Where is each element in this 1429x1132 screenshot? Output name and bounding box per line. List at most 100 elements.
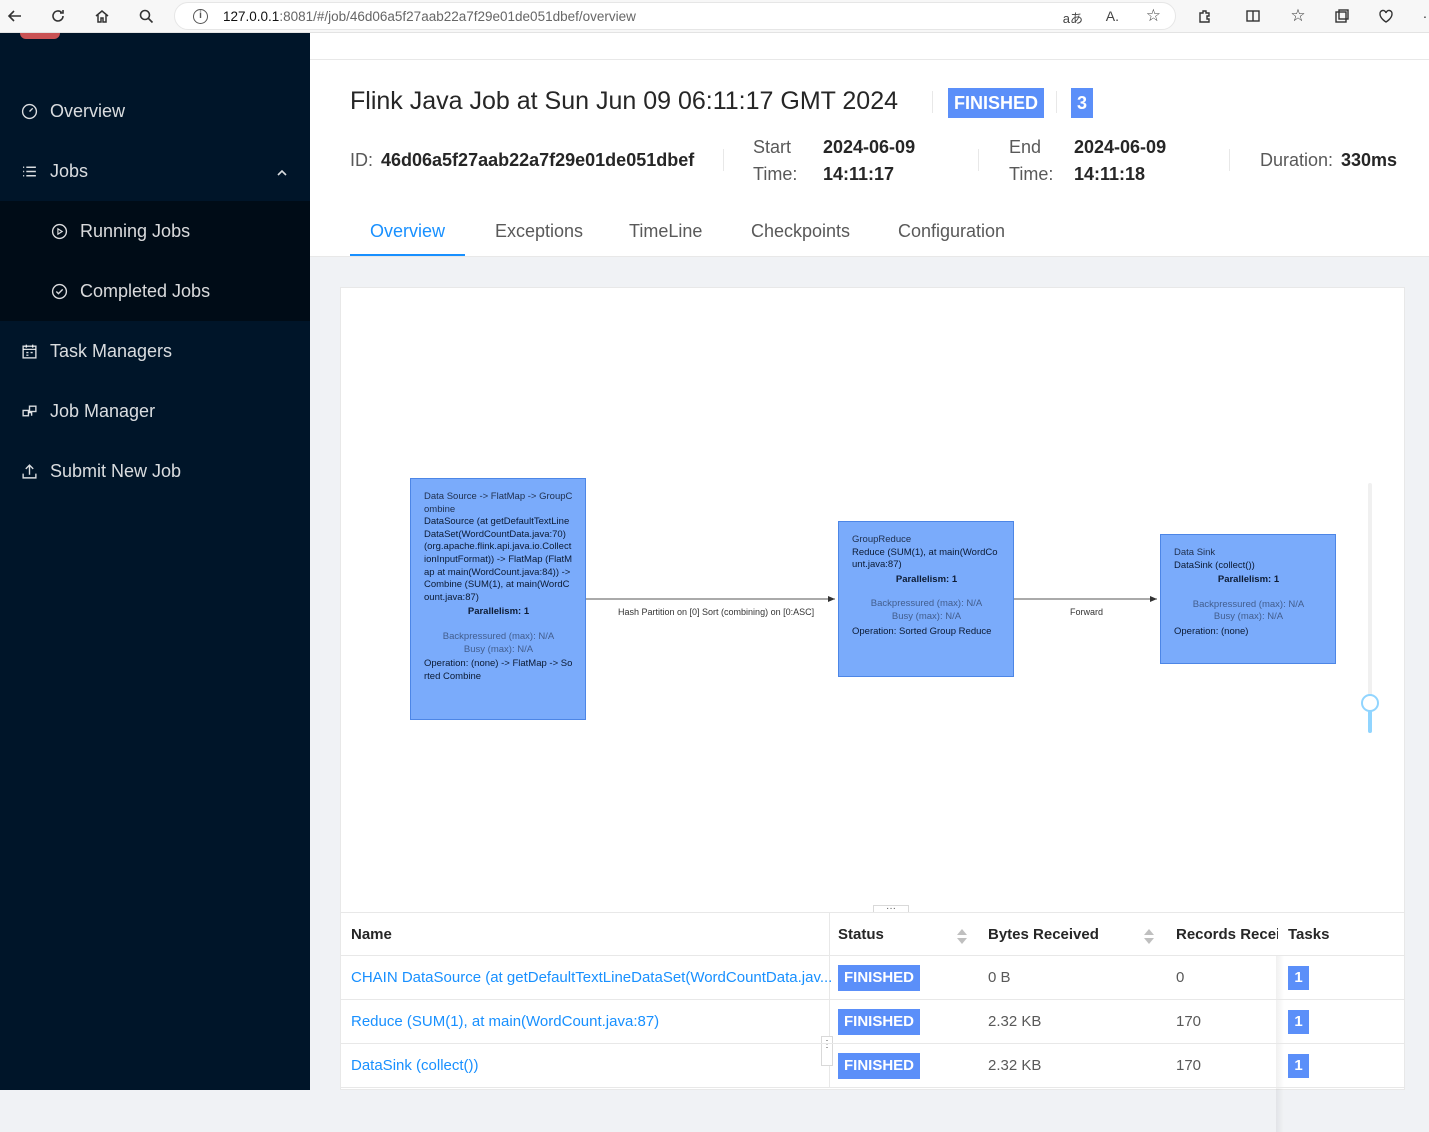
favorites-icon[interactable]: ☆ bbox=[1285, 4, 1311, 28]
read-aloud-icon[interactable]: A. bbox=[1106, 8, 1119, 24]
edge-label: Hash Partition on [0] Sort (combining) o… bbox=[618, 607, 815, 617]
sidebar-item-label: Submit New Job bbox=[50, 460, 182, 481]
list-icon bbox=[20, 162, 38, 180]
tab-checkpoints[interactable]: Checkpoints bbox=[751, 221, 850, 242]
tab-configuration[interactable]: Configuration bbox=[898, 221, 1005, 242]
upload-icon bbox=[20, 462, 38, 480]
node-description: DataSource (at getDefaultTextLineDataSet… bbox=[424, 516, 573, 603]
back-icon[interactable] bbox=[2, 4, 28, 28]
divider bbox=[932, 91, 933, 113]
logo bbox=[20, 33, 60, 39]
sidebar-item-submit-new-job[interactable]: Submit New Job bbox=[0, 441, 310, 501]
graph-node-source[interactable]: Data Source -> FlatMap -> GroupCombine D… bbox=[410, 478, 586, 720]
url-text: 127.0.0.1:8081/#/job/46d06a5f27aab22a7f2… bbox=[223, 9, 636, 24]
browser-essentials-icon[interactable] bbox=[1373, 4, 1399, 28]
status-badge: FINISHED bbox=[838, 1009, 921, 1035]
graph-node-group-reduce[interactable]: GroupReduce Reduce (SUM(1), at main(Word… bbox=[838, 521, 1014, 677]
end-date-value: 2024-06-09 bbox=[1074, 137, 1167, 157]
more-icon[interactable]: · bbox=[1412, 4, 1429, 28]
collections-icon[interactable] bbox=[1329, 4, 1355, 28]
vertex-name-link[interactable]: Reduce (SUM(1), at main(WordCount.java:8… bbox=[351, 1013, 659, 1030]
chevron-up-icon bbox=[276, 163, 288, 184]
sidebar-item-label: Overview bbox=[50, 100, 126, 121]
node-parallelism: Parallelism: 1 bbox=[1217, 574, 1280, 586]
node-busy: Busy (max): N/A bbox=[463, 643, 534, 655]
start-time-label-2: Time: bbox=[753, 164, 798, 184]
home-icon[interactable] bbox=[89, 4, 115, 28]
info-icon[interactable]: i bbox=[193, 9, 208, 24]
table-header: Name Status Bytes Received Records Recei… bbox=[341, 912, 1404, 957]
search-icon[interactable] bbox=[133, 4, 159, 28]
node-parallelism: Parallelism: 1 bbox=[467, 606, 530, 618]
duration-value: 330ms bbox=[1341, 150, 1398, 170]
node-operation: Operation: (none) bbox=[1174, 625, 1249, 637]
split-screen-icon[interactable] bbox=[1240, 4, 1266, 28]
task-count-badge: 1 bbox=[1288, 966, 1309, 990]
table-row[interactable]: Reduce (SUM(1), at main(WordCount.java:8… bbox=[341, 1000, 1404, 1044]
tab-exceptions[interactable]: Exceptions bbox=[495, 221, 583, 242]
end-time-label-2: Time: bbox=[1009, 164, 1054, 184]
job-task-count-badge: 3 bbox=[1071, 88, 1093, 118]
job-header: Flink Java Job at Sun Jun 09 06:11:17 GM… bbox=[310, 33, 1429, 257]
tab-overview[interactable]: Overview bbox=[370, 221, 445, 242]
sidebar-item-label: Job Manager bbox=[50, 400, 156, 421]
sidebar: Overview Jobs Running Jobs Completed Job… bbox=[0, 33, 310, 1090]
sidebar-item-label: Running Jobs bbox=[80, 220, 191, 241]
bytes-received: 2.32 KB bbox=[988, 1013, 1042, 1030]
sidebar-item-task-managers[interactable]: Task Managers bbox=[0, 321, 310, 381]
zoom-slider-handle[interactable] bbox=[1361, 694, 1379, 712]
tab-timeline[interactable]: TimeLine bbox=[629, 221, 702, 242]
graph-node-data-sink[interactable]: Data Sink DataSink (collect()) Paralleli… bbox=[1160, 534, 1336, 664]
vertex-name-link[interactable]: DataSink (collect()) bbox=[351, 1057, 479, 1074]
job-id-label: ID: bbox=[350, 150, 374, 170]
check-circle-icon bbox=[50, 282, 68, 300]
refresh-icon[interactable] bbox=[45, 4, 71, 28]
job-id-value: 46d06a5f27aab22a7f29e01de051dbef bbox=[381, 150, 695, 170]
sidebar-item-overview[interactable]: Overview bbox=[0, 81, 310, 141]
status-badge: FINISHED bbox=[838, 1053, 921, 1079]
sidebar-item-completed-jobs[interactable]: Completed Jobs bbox=[0, 261, 310, 321]
dashboard-icon bbox=[20, 102, 38, 120]
browser-toolbar: i 127.0.0.1:8081/#/job/46d06a5f27aab22a7… bbox=[0, 0, 1429, 33]
column-header-tasks[interactable]: Tasks bbox=[1288, 926, 1329, 943]
play-circle-icon bbox=[50, 222, 68, 240]
table-row[interactable]: CHAIN DataSource (at getDefaultTextLineD… bbox=[341, 956, 1404, 1000]
vertex-name-link[interactable]: CHAIN DataSource (at getDefaultTextLineD… bbox=[351, 969, 832, 986]
records-received: 0 bbox=[1176, 969, 1185, 986]
node-busy: Busy (max): N/A bbox=[1213, 611, 1284, 623]
start-time-label: Start bbox=[753, 137, 792, 157]
table-row[interactable]: DataSink (collect()) FINISHED 2.32 KB 17… bbox=[341, 1044, 1404, 1088]
column-header-bytes-received[interactable]: Bytes Received bbox=[988, 926, 1099, 943]
favorite-star-icon[interactable]: ☆ bbox=[1146, 6, 1161, 26]
start-time-value: 14:11:17 bbox=[823, 164, 895, 184]
end-time-label: End bbox=[1009, 137, 1042, 157]
node-description: DataSink (collect()) bbox=[1174, 559, 1255, 571]
edge-label: Forward bbox=[1070, 607, 1104, 617]
sidebar-item-running-jobs[interactable]: Running Jobs bbox=[0, 201, 310, 261]
address-bar[interactable]: i 127.0.0.1:8081/#/job/46d06a5f27aab22a7… bbox=[174, 2, 1176, 30]
sort-icon[interactable] bbox=[1144, 929, 1154, 945]
column-header-status[interactable]: Status bbox=[838, 926, 884, 943]
sidebar-item-jobs[interactable]: Jobs bbox=[0, 141, 310, 201]
url-path: :8081/#/job/46d06a5f27aab22a7f29e01de051… bbox=[279, 9, 636, 24]
node-title: Data Source -> FlatMap -> GroupCombine bbox=[424, 491, 573, 515]
divider bbox=[829, 913, 830, 957]
bytes-received: 2.32 KB bbox=[988, 1057, 1042, 1074]
column-header-name[interactable]: Name bbox=[351, 926, 392, 943]
task-count-badge: 1 bbox=[1288, 1010, 1309, 1034]
column-header-records-received[interactable]: Records Received bbox=[1176, 926, 1278, 943]
divider bbox=[723, 149, 724, 171]
schedule-icon bbox=[20, 342, 38, 360]
node-backpressure: Backpressured (max): N/A bbox=[1192, 598, 1305, 610]
node-backpressure: Backpressured (max): N/A bbox=[442, 630, 555, 642]
job-status-badge: FINISHED bbox=[948, 88, 1045, 118]
node-backpressure: Backpressured (max): N/A bbox=[870, 598, 983, 610]
sort-icon[interactable] bbox=[957, 929, 967, 945]
sidebar-item-label: Task Managers bbox=[50, 340, 173, 361]
duration-label: Duration: bbox=[1260, 150, 1334, 170]
sidebar-item-job-manager[interactable]: Job Manager bbox=[0, 381, 310, 441]
task-count-badge: 1 bbox=[1288, 1054, 1309, 1078]
extensions-icon[interactable] bbox=[1192, 4, 1218, 28]
translate-icon[interactable]: aあ bbox=[1063, 8, 1083, 27]
sidebar-item-label: Jobs bbox=[50, 160, 89, 181]
